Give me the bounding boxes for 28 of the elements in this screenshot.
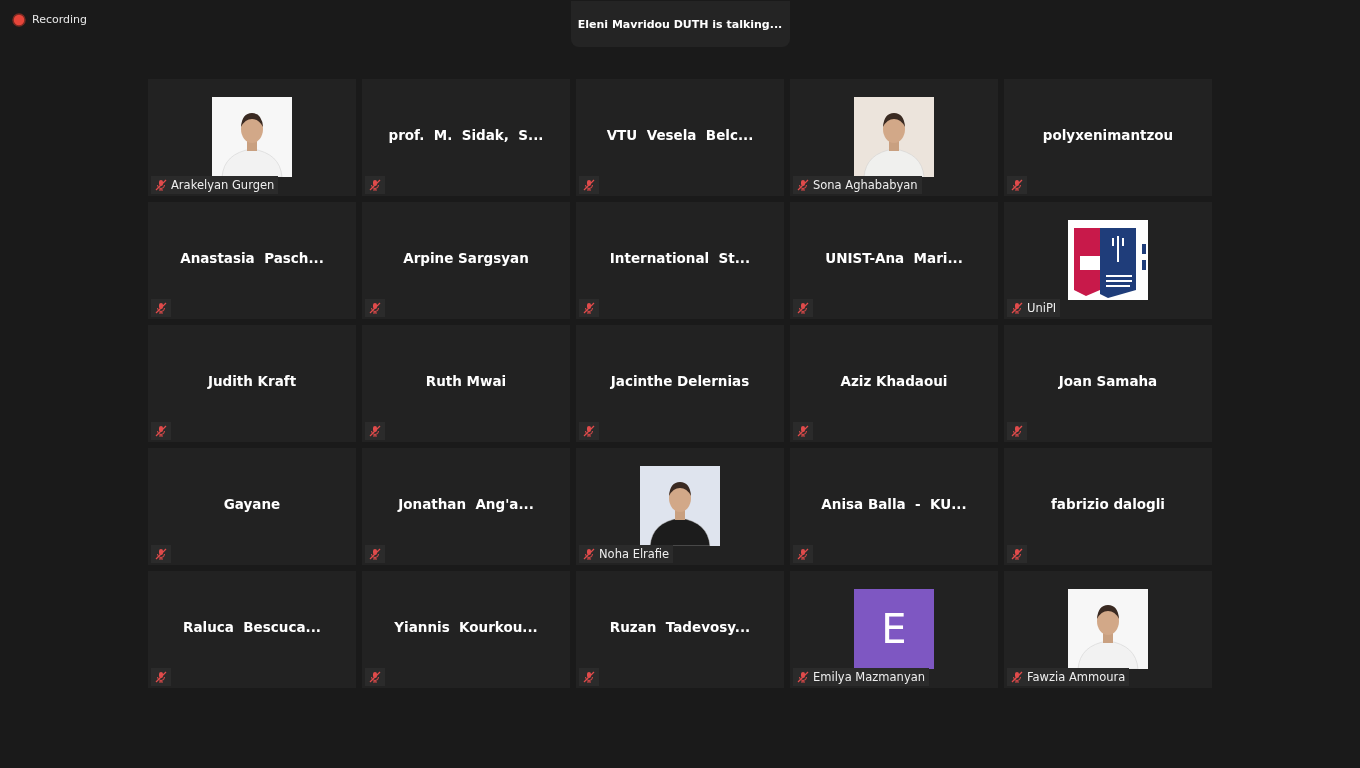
participant-name: UNIST-Ana Mari... <box>825 249 963 266</box>
participant-name: polyxenimantzou <box>1042 126 1174 143</box>
participant-name: Emilya Mazmanyan <box>813 670 926 684</box>
participant-name: Anisa Balla - KU... <box>821 495 967 512</box>
participant-name: Arakelyan Gurgen <box>171 178 275 192</box>
participant-name: Fawzia Ammoura <box>1027 670 1126 684</box>
participant-name: International St... <box>609 249 751 266</box>
participant-name: Ruzan Tadevosy... <box>609 618 751 635</box>
participant-name: Noha Elrafie <box>599 547 670 561</box>
participant-name: prof. M. Sidak, S... <box>388 126 544 143</box>
participant-name: VTU Vesela Belc... <box>606 126 754 143</box>
recording-label: Recording <box>32 13 88 26</box>
avatar-initial: E <box>854 589 934 669</box>
participant-name: fabrizio dalogli <box>1051 495 1165 512</box>
talking-banner: Eleni Mavridou DUTH is talking... <box>570 1 790 47</box>
participant-name: Raluca Bescuca... <box>183 618 321 635</box>
participant-name: Yiannis Kourkou... <box>394 618 538 635</box>
participant-name: Sona Aghababyan <box>813 178 918 192</box>
participant-name: Jonathan Ang'a... <box>398 495 534 512</box>
participant-name: UniPI <box>1027 301 1057 315</box>
participant-name: Jacinthe Delernias <box>610 372 750 389</box>
participant-name: Ruth Mwai <box>425 372 507 389</box>
participant-name: Judith Kraft <box>207 372 297 389</box>
participant-name: Gayane <box>223 495 281 512</box>
participant-name: Arpine Sargsyan <box>403 249 529 266</box>
participant-name: Anastasia Pasch... <box>180 249 324 266</box>
participant-name: Aziz Khadaoui <box>840 372 948 389</box>
participant-name: Joan Samaha <box>1058 372 1158 389</box>
